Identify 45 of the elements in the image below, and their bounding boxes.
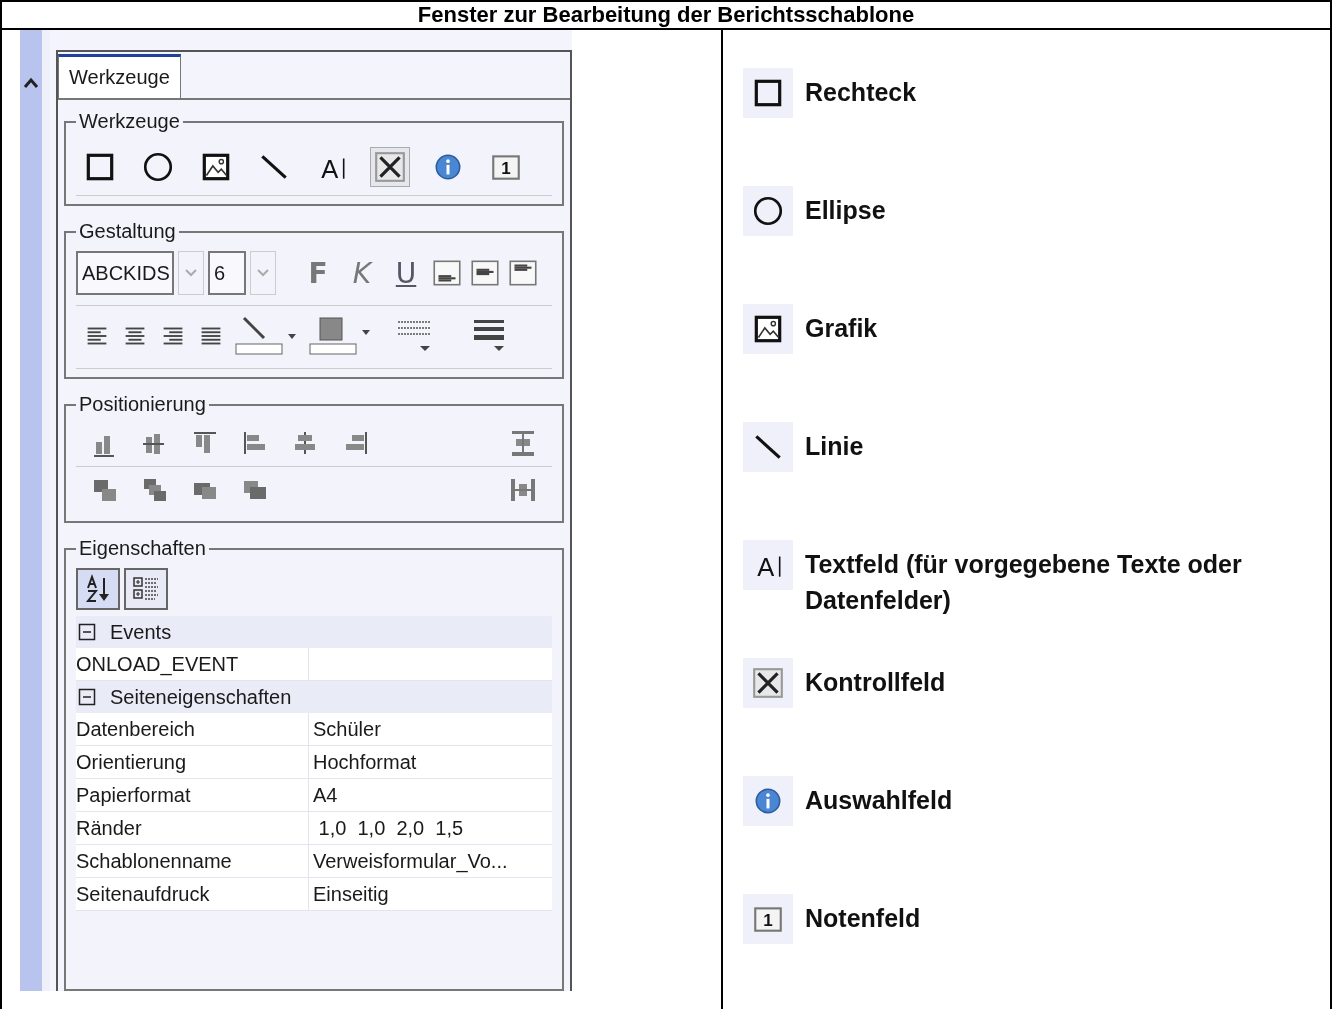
chevron-down-icon: [256, 268, 270, 278]
chevron-down-icon: [184, 268, 198, 278]
property-name: Orientierung: [76, 750, 187, 774]
collapse-icon[interactable]: [78, 623, 96, 641]
underline-button[interactable]: U: [386, 253, 426, 293]
group-title: Eigenschaften: [78, 537, 207, 560]
property-value[interactable]: Einseitig: [309, 882, 389, 906]
property-value[interactable]: Verweisformular_Vo...: [309, 849, 508, 873]
size-dropdown[interactable]: 6: [208, 251, 246, 295]
legend-label: Ellipse: [805, 195, 886, 226]
property-name: Datenbereich: [76, 717, 195, 741]
legend-label: Textfeld (für vorgegebene Texte oder Datenfelder): [805, 549, 1243, 616]
property-value[interactable]: Hochformat: [309, 750, 417, 774]
legend-label: Linie: [805, 431, 864, 462]
group-title: Werkzeuge: [78, 110, 181, 133]
category-label: Seiteneigenschaften: [110, 685, 292, 709]
tool-button[interactable]: [370, 147, 410, 187]
legend-label: Grafik: [805, 313, 878, 344]
circle-icon: [751, 194, 785, 228]
property-name: Ränder: [76, 816, 142, 840]
property-value[interactable]: 1,0 1,0 2,0 1,5: [309, 816, 464, 840]
group-title: Positionierung: [78, 393, 207, 416]
property-name: Seitenaufdruck: [76, 882, 210, 906]
property-name: Schablonenname: [76, 849, 232, 873]
legend-label: Notenfeld: [805, 903, 921, 934]
property-value[interactable]: Schüler: [309, 717, 381, 741]
legend-label: Rechteck: [805, 77, 917, 108]
collapse-icon[interactable]: [78, 688, 96, 706]
italic-button[interactable]: K: [342, 253, 382, 293]
cross-box-icon: [373, 150, 407, 184]
cross-box-icon: [751, 666, 785, 700]
property-name: Papierformat: [76, 783, 191, 807]
bold-button[interactable]: F: [298, 253, 338, 293]
table-title: Fenster zur Bearbeitung der Berichtsschablone: [417, 2, 915, 28]
property-value[interactable]: A4: [309, 783, 338, 807]
legend-label: Kontrollfeld: [805, 667, 946, 698]
category-label: Events: [110, 620, 172, 644]
font-dropdown[interactable]: ABCKIDS: [76, 251, 174, 295]
group-title: Gestaltung: [78, 220, 177, 243]
sort-button[interactable]: [76, 568, 120, 610]
property-name: ONLOAD_EVENT: [76, 652, 239, 676]
panel-tab[interactable]: Werkzeuge: [58, 54, 181, 98]
legend-label: Auswahlfeld: [805, 785, 953, 816]
sort-button[interactable]: [124, 568, 168, 610]
circle-icon: [141, 150, 175, 184]
